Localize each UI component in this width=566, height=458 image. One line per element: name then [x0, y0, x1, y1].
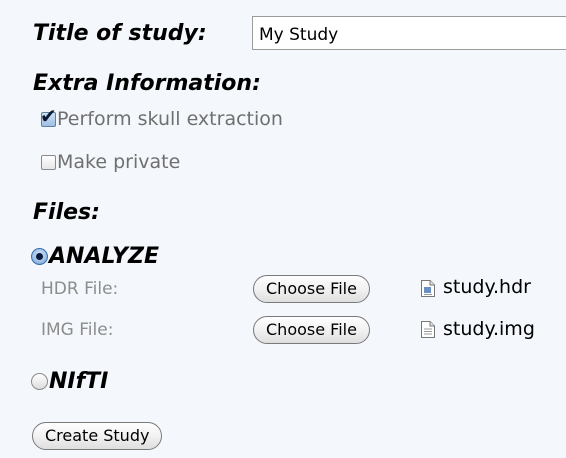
create-study-button[interactable]: Create Study	[32, 422, 163, 450]
hdr-file-label: HDR File:	[41, 279, 119, 299]
skull-extraction-checkbox[interactable]: ✔	[40, 106, 57, 127]
checkmark-icon: ✔	[40, 103, 57, 128]
study-title-input[interactable]	[252, 16, 566, 50]
skull-extraction-label: Perform skull extraction	[57, 108, 283, 130]
nifti-label: NIfTI	[49, 368, 109, 394]
hdr-choose-file-button[interactable]: Choose File	[253, 275, 370, 303]
make-private-checkbox[interactable]	[41, 154, 56, 170]
format-option-nifti[interactable]: NIfTI	[31, 366, 108, 396]
make-private-option[interactable]: Make private	[41, 149, 180, 175]
document-icon	[421, 280, 435, 297]
analyze-radio[interactable]	[31, 247, 48, 265]
document-icon	[421, 321, 435, 338]
hdr-file-name: study.hdr	[443, 276, 531, 298]
extra-information-heading: Extra Information:	[33, 71, 261, 96]
format-option-analyze[interactable]: ANALYZE	[31, 241, 159, 271]
files-heading: Files:	[33, 200, 100, 225]
img-file-label: IMG File:	[41, 320, 114, 340]
make-private-label: Make private	[57, 151, 181, 173]
skull-extraction-option[interactable]: ✔ Perform skull extraction	[40, 106, 283, 132]
analyze-label: ANALYZE	[49, 243, 159, 269]
nifti-radio[interactable]	[31, 372, 48, 390]
img-file-name: study.img	[443, 318, 535, 340]
img-choose-file-button[interactable]: Choose File	[253, 316, 370, 344]
title-label: Title of study:	[33, 21, 207, 46]
